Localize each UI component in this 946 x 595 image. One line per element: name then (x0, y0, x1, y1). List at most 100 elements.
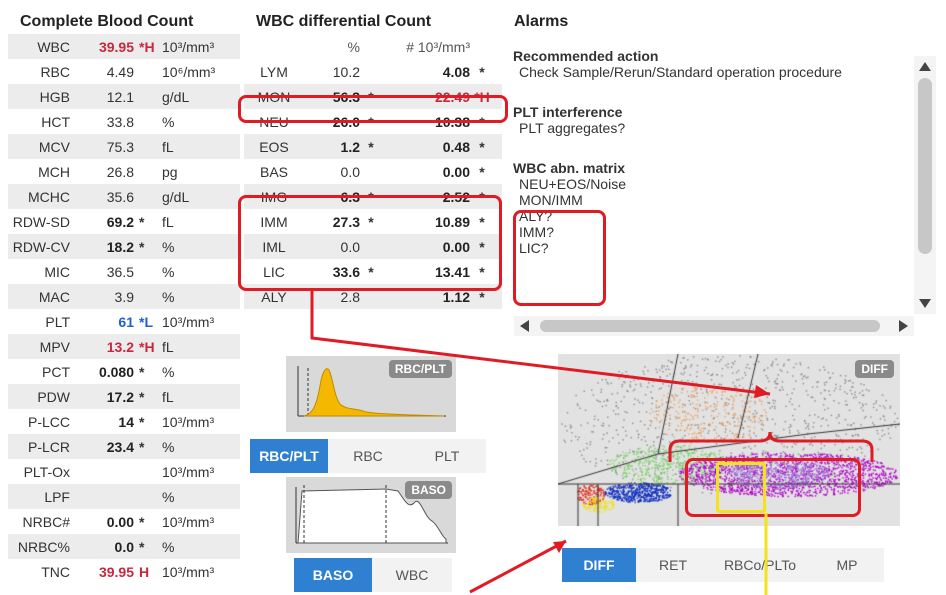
scatter-points (558, 354, 900, 526)
alarm-item: LIC? (519, 240, 549, 256)
cbc-row-plt-ox: PLT-Ox 10³/mm³ (8, 459, 240, 484)
cbc-param-value: 39.95 (98, 563, 134, 580)
diff-row-eos: EOS 1.2 * 0.48 * (244, 134, 502, 159)
cbc-param-flag: H (139, 563, 150, 580)
cbc-param-name: PCT (42, 363, 70, 380)
cbc-param-flag: * (139, 438, 145, 455)
cbc-param-name: PLT-Ox (23, 463, 70, 480)
diff-abs-flag: * (479, 188, 485, 205)
alarm-item: MON/IMM (519, 192, 583, 208)
baso-tag: BASO (405, 481, 452, 499)
diff-param-name: EOS (259, 138, 289, 155)
cbc-param-unit: % (162, 438, 175, 455)
alarm-horizontal-scrollbar[interactable] (514, 316, 914, 336)
cbc-row-plt: PLT 61 *L 10³/mm³ (8, 309, 240, 334)
cbc-param-unit: fL (162, 213, 174, 230)
diff-abs-flag: * (479, 238, 485, 255)
tab-rbc-plt[interactable]: RBC/PLT (250, 439, 328, 473)
cbc-param-value: 0.0 (114, 538, 134, 555)
cbc-param-unit: 10⁶/mm³ (162, 63, 216, 80)
cbc-param-unit: 10³/mm³ (162, 463, 215, 480)
diff-param-name: LIC (263, 263, 285, 280)
diff-param-abs: 0.00 (442, 163, 470, 180)
tab-rbc[interactable]: RBC (328, 439, 408, 473)
diff-abs-flag: * (479, 288, 485, 305)
diff-param-abs: 4.08 (442, 63, 470, 80)
cbc-row-rdw-cv: RDW-CV 18.2 *% (8, 234, 240, 259)
diff-abs-flag: * (479, 113, 485, 130)
cbc-param-unit: 10³/mm³ (162, 413, 215, 430)
cbc-row-p-lcc: P-LCC 14 * 10³/mm³ (8, 409, 240, 434)
cbc-row-mch: MCH 26.8 pg (8, 159, 240, 184)
diff-param-pct: 2.8 (340, 288, 360, 305)
alarm-spacer (513, 136, 913, 160)
scroll-thumb[interactable] (918, 78, 932, 254)
tab-mp[interactable]: MP (810, 548, 884, 582)
cbc-param-unit: pg (162, 163, 178, 180)
tab-plt[interactable]: PLT (408, 439, 486, 473)
alarm-item: IMM? (519, 224, 554, 240)
diff-abs-flag: * (479, 263, 485, 280)
diff-abs-flag: * (479, 213, 485, 230)
cbc-param-name: NRBC# (22, 513, 70, 530)
cbc-param-flag: *H (139, 338, 155, 355)
tab-ret[interactable]: RET (636, 548, 710, 582)
tab-baso[interactable]: BASO (294, 558, 372, 592)
diff-abs-flag: *H (474, 88, 490, 105)
cbc-param-unit: g/dL (162, 188, 190, 205)
tab-diff[interactable]: DIFF (562, 548, 636, 582)
diff-pct-flag: * (368, 213, 374, 230)
cbc-param-name: MCH (38, 163, 70, 180)
diff-row-iml: IML 0.0 0.00 * (244, 234, 502, 259)
tab-wbc[interactable]: WBC (372, 558, 452, 592)
cbc-param-value: 3.9 (114, 288, 134, 305)
cbc-param-unit: % (162, 288, 175, 305)
cbc-param-value: 26.8 (106, 163, 134, 180)
diff-header-row: % # 10³/mm³ (244, 34, 502, 59)
col-pct-header: % (347, 38, 360, 55)
diff-param-abs: 2.52 (442, 188, 470, 205)
cbc-param-unit: % (162, 113, 175, 130)
diff-param-name: IMG (260, 188, 288, 205)
scroll-down-icon[interactable] (919, 299, 931, 308)
scroll-left-icon[interactable] (520, 320, 529, 332)
cbc-param-unit: % (162, 363, 175, 380)
cbc-param-name: WBC (37, 38, 70, 55)
diff-row-imm: IMM 27.3 * 10.89 * (244, 209, 502, 234)
cbc-param-unit: 10³/mm³ (162, 563, 215, 580)
histogram-panel: RBC/PLT RBC/PLT RBC PLT BASO BASO WBC (244, 346, 502, 595)
diff-pct-flag: * (368, 263, 374, 280)
diff-pct-flag: * (368, 138, 374, 155)
cbc-param-name: MPV (39, 338, 70, 355)
diff-param-abs: 10.38 (434, 113, 470, 130)
scroll-thumb-horizontal[interactable] (540, 320, 880, 332)
rbc-plt-tag: RBC/PLT (388, 360, 452, 378)
alarm-vertical-scrollbar[interactable] (914, 56, 936, 314)
cbc-param-unit: 10³/mm³ (162, 38, 215, 55)
cbc-param-unit: % (162, 538, 175, 555)
scroll-right-icon[interactable] (899, 320, 908, 332)
cbc-row-hgb: HGB 12.1 g/dL (8, 84, 240, 109)
diff-param-pct: 26.0 (332, 113, 360, 130)
diff-param-name: LYM (260, 63, 288, 80)
cbc-param-value: 36.5 (106, 263, 134, 280)
scattergram-tabs: DIFF RET RBCo/PLTo MP (562, 548, 884, 582)
wbc-differential-panel: WBC differential Count % # 10³/mm³ LYM 10… (244, 10, 502, 342)
cbc-param-value: 39.95 (98, 38, 134, 55)
cbc-param-value: 17.2 (106, 388, 134, 405)
cbc-row-mic: MIC 36.5% (8, 259, 240, 284)
diff-tag: DIFF (855, 360, 894, 378)
cbc-param-name: HCT (41, 113, 70, 130)
diff-param-abs: 0.48 (442, 138, 470, 155)
diff-pct-flag: * (368, 188, 374, 205)
tab-rbco-plto[interactable]: RBCo/PLTo (710, 548, 810, 582)
diff-table: % # 10³/mm³ LYM 10.2 4.08 * MON 56.3 * 22.49 *H N… (244, 34, 502, 309)
diff-row-bas: BAS 0.0 0.00 * (244, 159, 502, 184)
cbc-param-value: 75.3 (106, 138, 134, 155)
alarm-item: Check Sample/Rerun/Standard operation pr… (519, 64, 842, 80)
scattergram-panel: DIFF DIFF RET RBCo/PLTo MP (506, 346, 942, 595)
cbc-row-wbc: WBC 39.95 *H 10³/mm³ (8, 34, 240, 59)
cbc-param-unit: 10³/mm³ (162, 513, 215, 530)
alarms-title: Alarms (514, 13, 569, 30)
scroll-up-icon[interactable] (919, 62, 931, 71)
